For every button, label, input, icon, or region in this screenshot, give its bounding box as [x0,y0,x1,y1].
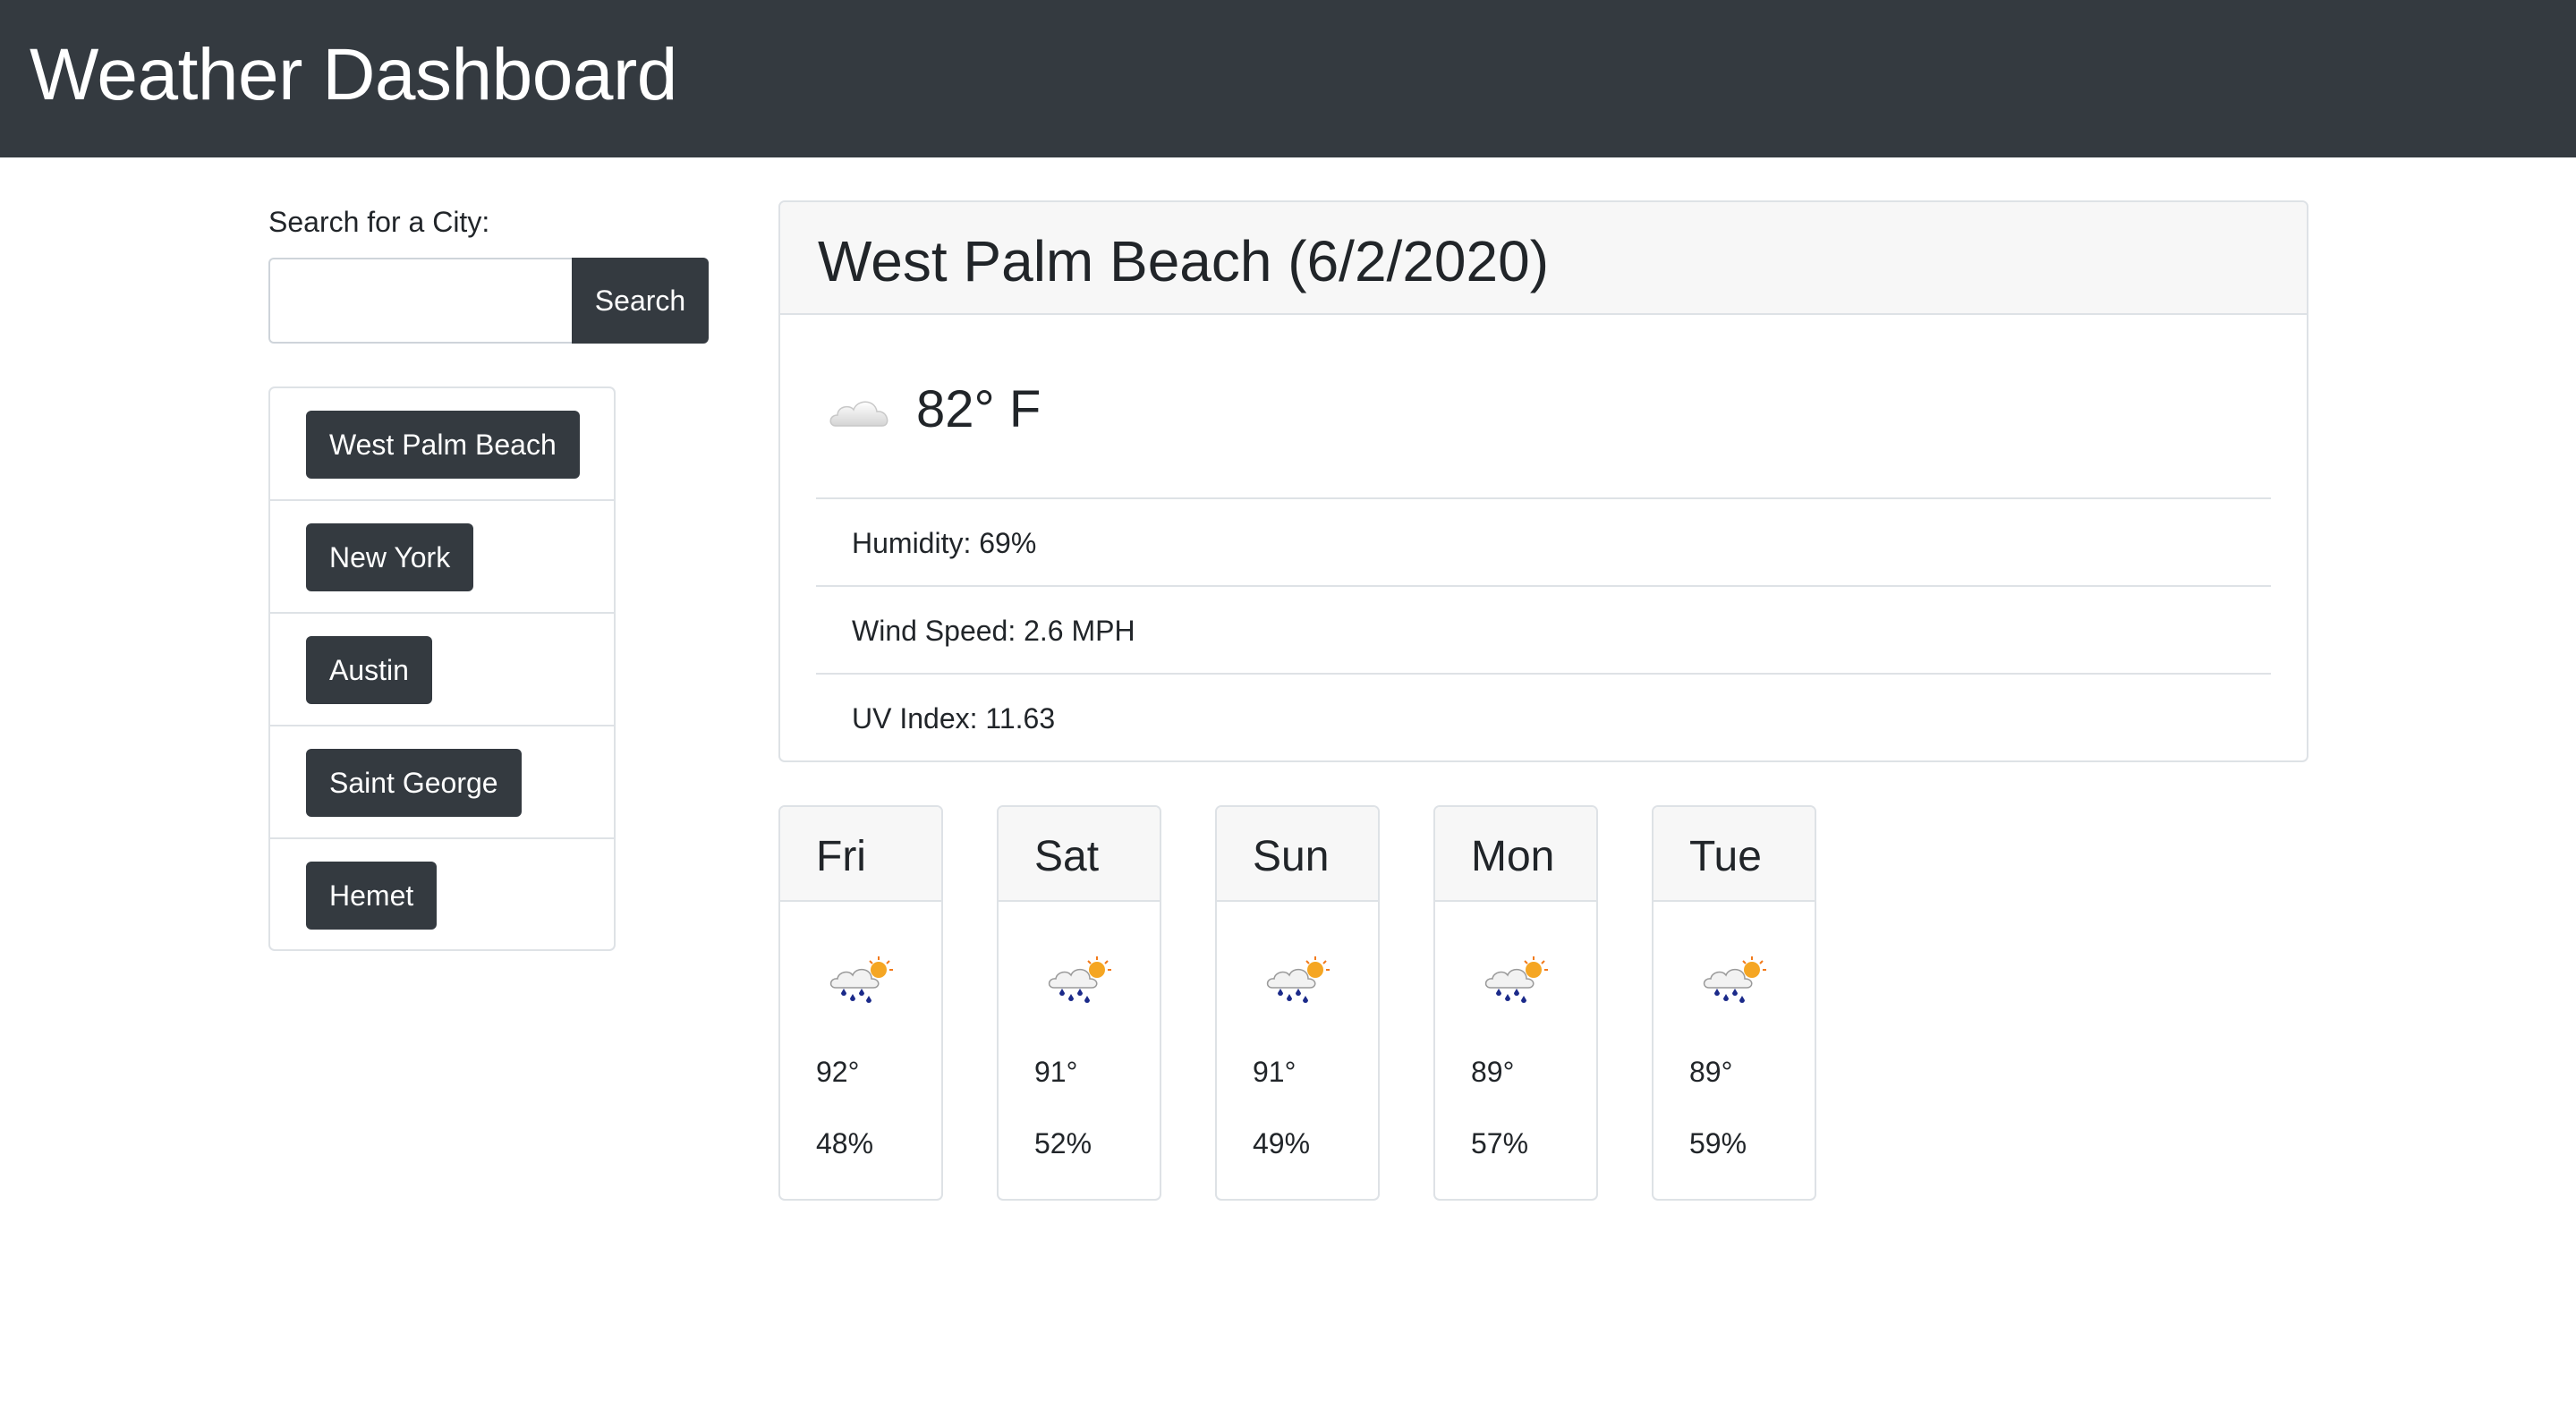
search-label: Search for a City: [268,206,490,238]
navbar: Weather Dashboard [0,0,2576,157]
search-input[interactable] [268,258,572,344]
forecast-day: Sat [1034,833,1100,880]
wind-speed-text: Wind Speed: 2.6 MPH [852,615,1135,647]
forecast-humidity: 52% [1034,1127,1092,1159]
humidity-row: Humidity: 69% [816,499,2271,587]
city-button-saint-george[interactable]: Saint George [306,749,522,817]
forecast-header: Sat [999,807,1160,902]
forecast-header: Fri [780,807,941,902]
search-button[interactable]: Search [572,258,709,344]
forecast-temp: 89° [1471,1056,1515,1088]
list-item: Saint George [270,726,614,839]
rain-sun-icon [1703,956,1766,1003]
uv-index-row: UV Index: 11.63 [816,675,2271,760]
forecast-header: Sun [1217,807,1378,902]
current-weather-header: West Palm Beach (6/2/2020) [780,202,2307,315]
forecast-humidity: 48% [816,1127,874,1159]
cloud-icon [829,401,888,427]
rain-sun-icon [1266,956,1330,1003]
city-button-austin[interactable]: Austin [306,636,432,704]
city-button-west-palm-beach[interactable]: West Palm Beach [306,411,580,479]
current-temp-row: 82° F [816,354,2271,499]
forecast-temp: 91° [1034,1056,1078,1088]
forecast-day: Tue [1689,833,1762,880]
humidity-text: Humidity: 69% [852,527,1037,559]
forecast-humidity: 57% [1471,1127,1529,1159]
current-temperature: 82° F [916,380,1041,438]
rain-sun-icon [829,956,893,1003]
list-item: Hemet [270,839,614,952]
city-button-hemet[interactable]: Hemet [306,862,438,930]
forecast-card-sun: Sun 91° 49% [1215,805,1380,1201]
forecast-day: Fri [816,833,866,880]
search-history-list: West Palm Beach New York Austin Saint Ge… [268,386,616,951]
forecast-humidity: 49% [1253,1127,1311,1159]
rain-sun-icon [1048,956,1111,1003]
forecast-temp: 92° [816,1056,860,1088]
current-weather-card: West Palm Beach (6/2/2020) 82° F Humidit… [778,200,2308,762]
forecast-temp: 91° [1253,1056,1297,1088]
forecast-header: Tue [1654,807,1815,902]
forecast-day: Mon [1471,833,1555,880]
page-title: Weather Dashboard [30,34,677,115]
list-item: New York [270,501,614,614]
forecast-temp: 89° [1689,1056,1733,1088]
list-item: West Palm Beach [270,388,614,501]
rain-sun-icon [1484,956,1548,1003]
forecast-card-tue: Tue 89° 59% [1652,805,1816,1201]
forecast-humidity: 59% [1689,1127,1747,1159]
list-item: Austin [270,614,614,726]
forecast-day: Sun [1253,833,1330,880]
uv-index-text: UV Index: 11.63 [852,702,1056,735]
current-city-title: West Palm Beach (6/2/2020) [818,229,1549,293]
forecast-card-mon: Mon 89° 57% [1433,805,1598,1201]
wind-speed-row: Wind Speed: 2.6 MPH [816,587,2271,675]
forecast-card-sat: Sat 91° 52% [997,805,1161,1201]
forecast-header: Mon [1435,807,1596,902]
forecast-card-fri: Fri 92° 48% [778,805,943,1201]
city-button-new-york[interactable]: New York [306,523,474,591]
